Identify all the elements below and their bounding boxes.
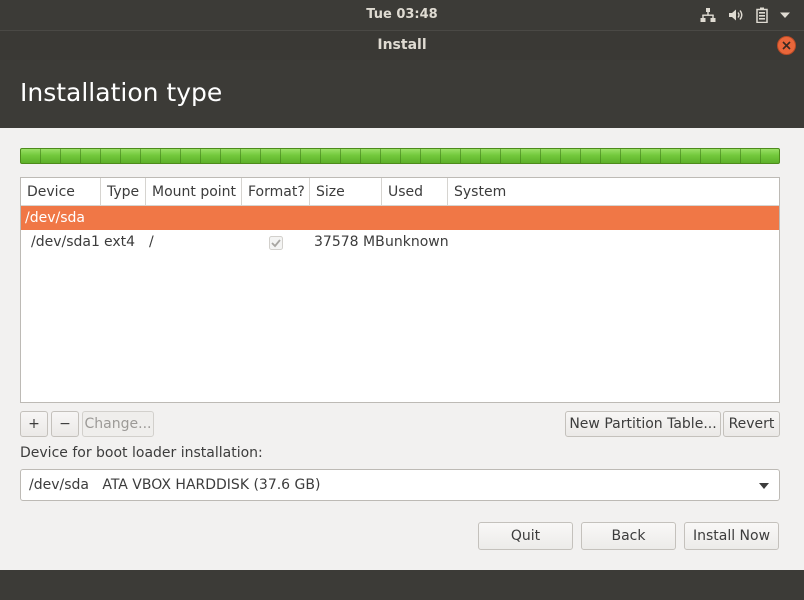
close-button[interactable] [777, 36, 796, 55]
network-icon[interactable] [700, 7, 716, 23]
size-cell: 37578 MB [314, 234, 385, 250]
type-cell: ext4 [104, 234, 136, 250]
change-partition-button[interactable]: Change... [82, 411, 154, 437]
column-header-system[interactable]: System [448, 178, 779, 206]
add-partition-button[interactable]: + [20, 411, 48, 437]
page-header: Installation type [0, 60, 804, 128]
page-title: Installation type [20, 78, 223, 107]
table-header: Device Type Mount point Format? Size Use… [21, 178, 779, 206]
column-header-mount-point[interactable]: Mount point [146, 178, 242, 206]
battery-icon[interactable] [756, 7, 768, 23]
column-header-size[interactable]: Size [310, 178, 382, 206]
back-button[interactable]: Back [581, 522, 676, 550]
dropdown-arrow-icon [759, 483, 769, 489]
format-checkbox[interactable] [269, 235, 283, 250]
system-tray[interactable] [700, 0, 790, 30]
table-row-sda1[interactable]: /dev/sda1 ext4 / 37578 MB unknown [21, 230, 779, 254]
mount-cell: / [149, 234, 154, 250]
new-partition-table-button[interactable]: New Partition Table... [565, 411, 721, 437]
revert-button[interactable]: Revert [723, 411, 780, 437]
table-row-sda[interactable]: /dev/sda [21, 206, 779, 230]
chevron-down-icon[interactable] [780, 10, 790, 20]
install-now-button[interactable]: Install Now [684, 522, 779, 550]
partition-usage-bar [20, 148, 780, 164]
top-panel: Tue 03:48 [0, 0, 804, 30]
used-cell: unknown [385, 234, 449, 250]
main-content: Device Type Mount point Format? Size Use… [0, 128, 804, 570]
window-titlebar[interactable]: Install [0, 30, 804, 60]
window-bottom-bar [0, 570, 804, 600]
window-title: Install [377, 37, 427, 53]
column-header-device[interactable]: Device [21, 178, 101, 206]
column-header-used[interactable]: Used [382, 178, 448, 206]
column-header-format[interactable]: Format? [242, 178, 310, 206]
boot-loader-select[interactable]: /dev/sda ATA VBOX HARDDISK (37.6 GB) [20, 469, 780, 501]
clock[interactable]: Tue 03:48 [0, 0, 804, 30]
device-cell: /dev/sda [25, 210, 85, 226]
volume-icon[interactable] [728, 7, 744, 23]
boot-loader-value: /dev/sda ATA VBOX HARDDISK (37.6 GB) [29, 477, 321, 493]
remove-partition-button[interactable]: − [51, 411, 79, 437]
quit-button[interactable]: Quit [478, 522, 573, 550]
partition-table[interactable]: Device Type Mount point Format? Size Use… [20, 177, 780, 403]
checkmark-icon [269, 236, 283, 250]
close-icon [782, 41, 791, 50]
device-cell: /dev/sda1 [31, 234, 100, 250]
boot-loader-label: Device for boot loader installation: [20, 445, 263, 461]
column-header-type[interactable]: Type [101, 178, 146, 206]
